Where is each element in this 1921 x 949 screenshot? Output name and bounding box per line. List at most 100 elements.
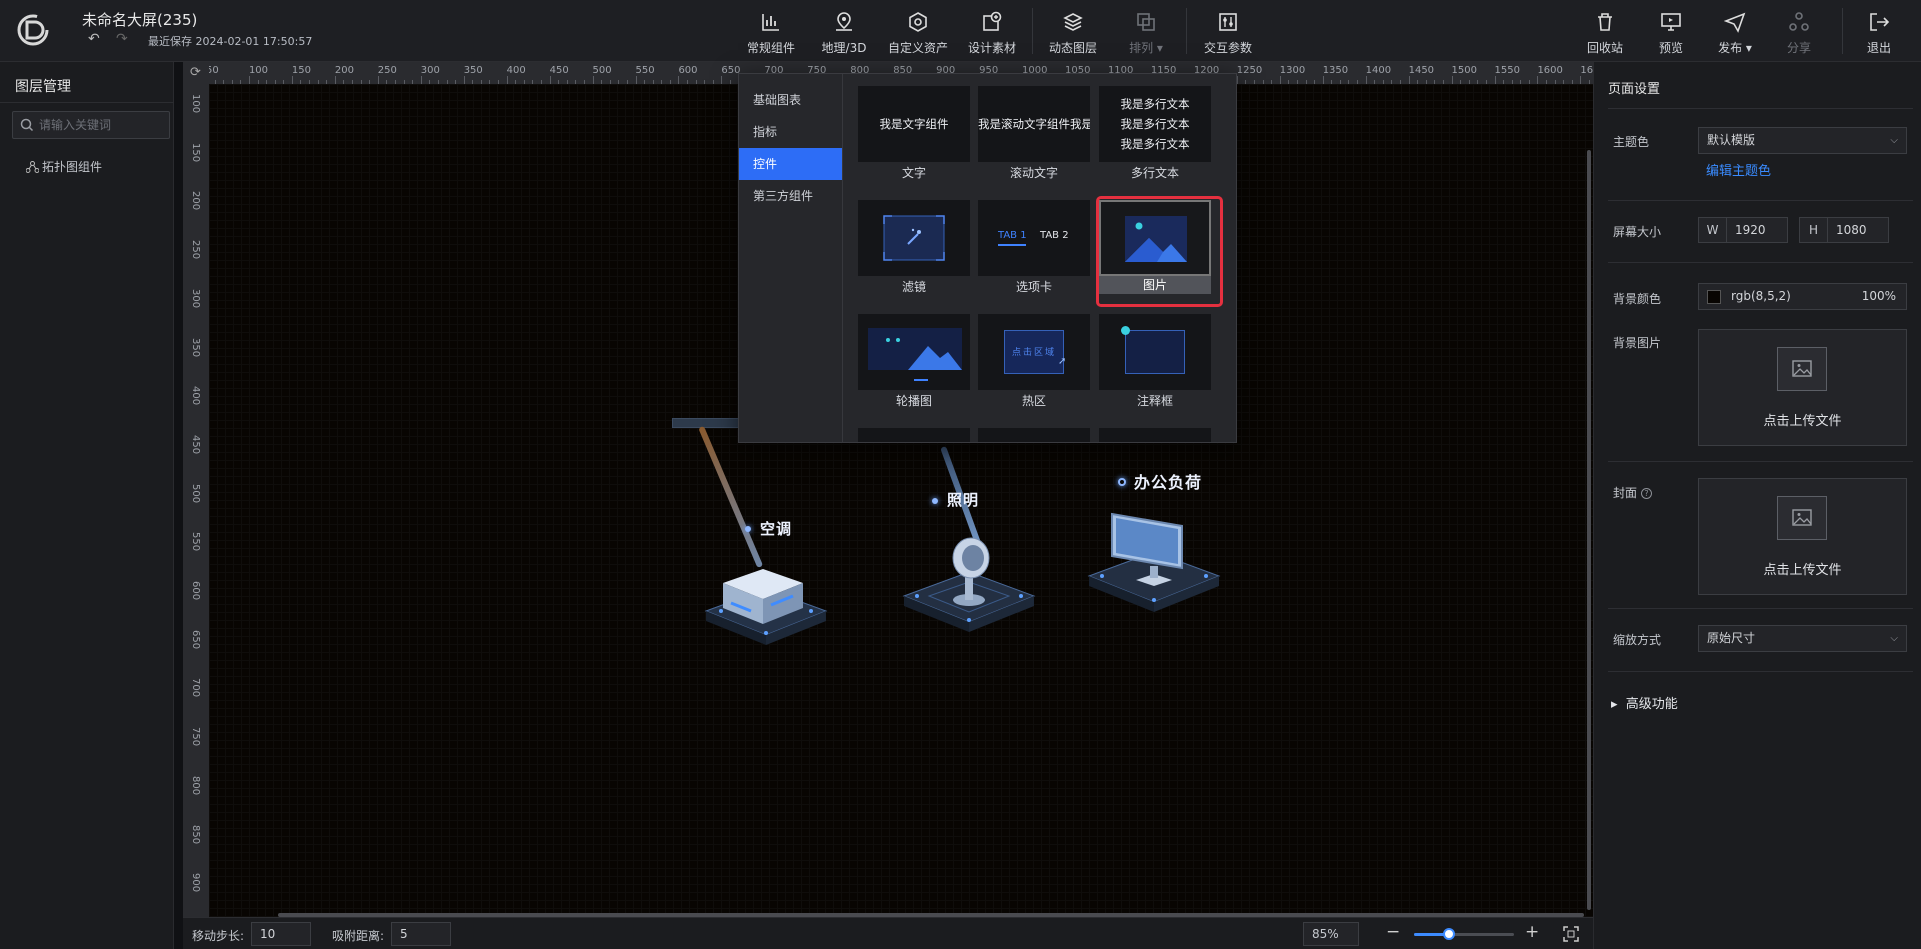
snap-distance-input[interactable]: 5	[391, 922, 451, 946]
component-thumbnail	[1099, 200, 1211, 276]
arrange-icon	[1137, 13, 1155, 31]
color-swatch[interactable]	[1707, 290, 1721, 304]
zoom-slider[interactable]	[1414, 928, 1514, 940]
move-step-input[interactable]: 10	[251, 922, 311, 946]
component-label: 文字	[901, 166, 926, 180]
theme-color-select[interactable]: 默认模版 ⌵	[1698, 127, 1907, 154]
tool-label: 设计素材	[967, 41, 1016, 55]
component-label: 轮播图	[895, 394, 932, 408]
picker-category-controls[interactable]: 控件	[739, 148, 842, 180]
cover-label: 封面?	[1613, 484, 1653, 501]
scene-dot	[745, 526, 751, 532]
publish-button[interactable]: 发布 ▾	[1700, 10, 1770, 56]
edit-theme-color-link[interactable]: 编辑主题色	[1706, 160, 1771, 179]
scene-bar[interactable]	[672, 418, 742, 428]
tool-arrange[interactable]: 排列 ▾	[1110, 10, 1182, 56]
tool-dynamic-layers[interactable]: 动态图层	[1037, 10, 1109, 56]
screen-height-input[interactable]: H 1080	[1799, 217, 1889, 243]
component-hotspot[interactable]: 点击区域 ➚ 热区	[978, 302, 1090, 408]
layer-search-box[interactable]	[12, 111, 170, 139]
ruler-tick	[635, 76, 637, 84]
ruler-tick	[678, 76, 680, 84]
advanced-features-toggle[interactable]: ▸ 高级功能	[1611, 693, 1678, 712]
canvas-vertical-scrollbar[interactable]	[1587, 150, 1591, 910]
tool-label: 常规组件	[746, 41, 795, 55]
component-tabs[interactable]: TAB 1 TAB 2 选项卡	[978, 188, 1090, 294]
background-opacity-value: 100%	[1861, 289, 1896, 303]
preview-button[interactable]: 预览	[1638, 10, 1704, 56]
fit-screen-icon[interactable]	[1563, 926, 1579, 942]
picker-category-basic-charts[interactable]: 基础图表	[739, 84, 842, 116]
zoom-level[interactable]: 85%	[1303, 922, 1359, 946]
component-picker-panel: 基础图表 指标 控件 第三方组件 我是文字组件 文字 我是滚动文字组件我是 滚动…	[738, 73, 1237, 443]
ruler-label: 100	[190, 94, 201, 114]
component-text[interactable]: 我是文字组件 文字	[858, 74, 970, 180]
filter-preview-icon	[883, 215, 945, 261]
scale-mode-select[interactable]: 原始尺寸 ⌵	[1698, 625, 1907, 652]
layer-search-input[interactable]	[39, 116, 164, 134]
component-multiline-text[interactable]: 我是多行文本 我是多行文本 我是多行文本 多行文本	[1099, 74, 1211, 180]
ruler-label: 1450	[1408, 65, 1435, 76]
picker-category-third-party[interactable]: 第三方组件	[739, 180, 842, 212]
component-label: 滤镜	[901, 280, 926, 294]
ruler-label: 1550	[1494, 65, 1520, 76]
ruler-tick	[1408, 76, 1410, 84]
background-color-picker[interactable]: rgb(8,5,2) 100%	[1698, 283, 1907, 310]
component-scrolling-text[interactable]: 我是滚动文字组件我是 滚动文字	[978, 74, 1090, 180]
tool-common-components[interactable]: 常规组件	[735, 10, 807, 56]
ruler-corner[interactable]: ⟳	[183, 62, 209, 84]
scene-label-ac[interactable]: 空调	[760, 518, 792, 539]
tool-custom-assets[interactable]: 自定义资产	[882, 10, 954, 56]
zoom-out-icon[interactable]: −	[1386, 922, 1400, 942]
help-icon[interactable]: ?	[1641, 488, 1653, 499]
tool-interaction-params[interactable]: 交互参数	[1192, 10, 1264, 56]
component-card-partial[interactable]	[978, 428, 1090, 442]
component-image[interactable]: 图片	[1099, 188, 1211, 294]
exit-button[interactable]: 退出	[1846, 10, 1912, 56]
component-filter[interactable]: 滤镜	[858, 188, 970, 294]
ruler-tick	[1322, 76, 1324, 84]
lighting-illustration[interactable]	[899, 524, 1039, 634]
zoom-slider-handle[interactable]	[1443, 928, 1455, 940]
screen-width-input[interactable]: W 1920	[1698, 217, 1788, 243]
refresh-icon[interactable]: ⟳	[190, 65, 201, 80]
cover-image-upload[interactable]: 点击上传文件	[1698, 478, 1907, 595]
ruler-label: 350	[190, 337, 201, 357]
ruler-label: 250	[190, 240, 201, 260]
background-image-upload[interactable]: 点击上传文件	[1698, 329, 1907, 446]
tab-preview-2: TAB 2	[1040, 230, 1069, 241]
tool-design-materials[interactable]: 设计素材	[956, 10, 1028, 56]
layer-item-topology[interactable]: 拓扑图组件	[25, 158, 102, 175]
document-title[interactable]: 未命名大屏(235)	[82, 9, 197, 30]
office-load-illustration[interactable]	[1084, 504, 1224, 619]
recycle-bin-button[interactable]: 回收站	[1572, 10, 1638, 56]
redo-icon[interactable]: ↷	[116, 31, 128, 47]
ruler-label: 500	[190, 483, 201, 503]
tab-preview-1: TAB 1	[998, 230, 1027, 241]
ruler-label: 1500	[1451, 65, 1477, 76]
scene-dot	[1118, 478, 1126, 486]
vertical-ruler[interactable]: 100 150 200 250 300 350 400 450 500 550 600 650 700 7…	[183, 84, 209, 917]
component-annotation-box[interactable]: 注释框	[1099, 302, 1211, 408]
tool-geo-3d[interactable]: 地理/3D	[808, 10, 880, 56]
scene-label-lighting[interactable]: 照明	[947, 489, 979, 510]
width-value: 1920	[1735, 223, 1766, 237]
component-card-partial[interactable]	[1099, 428, 1211, 442]
ruler-tick	[1537, 76, 1539, 84]
ac-unit-illustration[interactable]	[701, 549, 831, 649]
tool-label: 预览	[1658, 41, 1683, 55]
save-status: 最近保存 2024-02-01 17:50:57	[148, 35, 313, 48]
toolbar-divider	[1032, 8, 1033, 54]
annotation-dot-icon	[1121, 326, 1130, 335]
component-carousel[interactable]: 轮播图	[858, 302, 970, 408]
scene-label-office-load[interactable]: 办公负荷	[1134, 469, 1202, 493]
ruler-tick	[506, 76, 508, 84]
component-card-partial[interactable]	[858, 428, 970, 442]
zoom-in-icon[interactable]: +	[1525, 922, 1539, 942]
share-button[interactable]: 分享	[1766, 10, 1832, 56]
undo-icon[interactable]: ↶	[88, 31, 100, 47]
ruler-label: 700	[190, 678, 201, 698]
ruler-tick	[334, 76, 336, 84]
ruler-label: 750	[190, 727, 201, 747]
picker-category-indicators[interactable]: 指标	[739, 116, 842, 148]
